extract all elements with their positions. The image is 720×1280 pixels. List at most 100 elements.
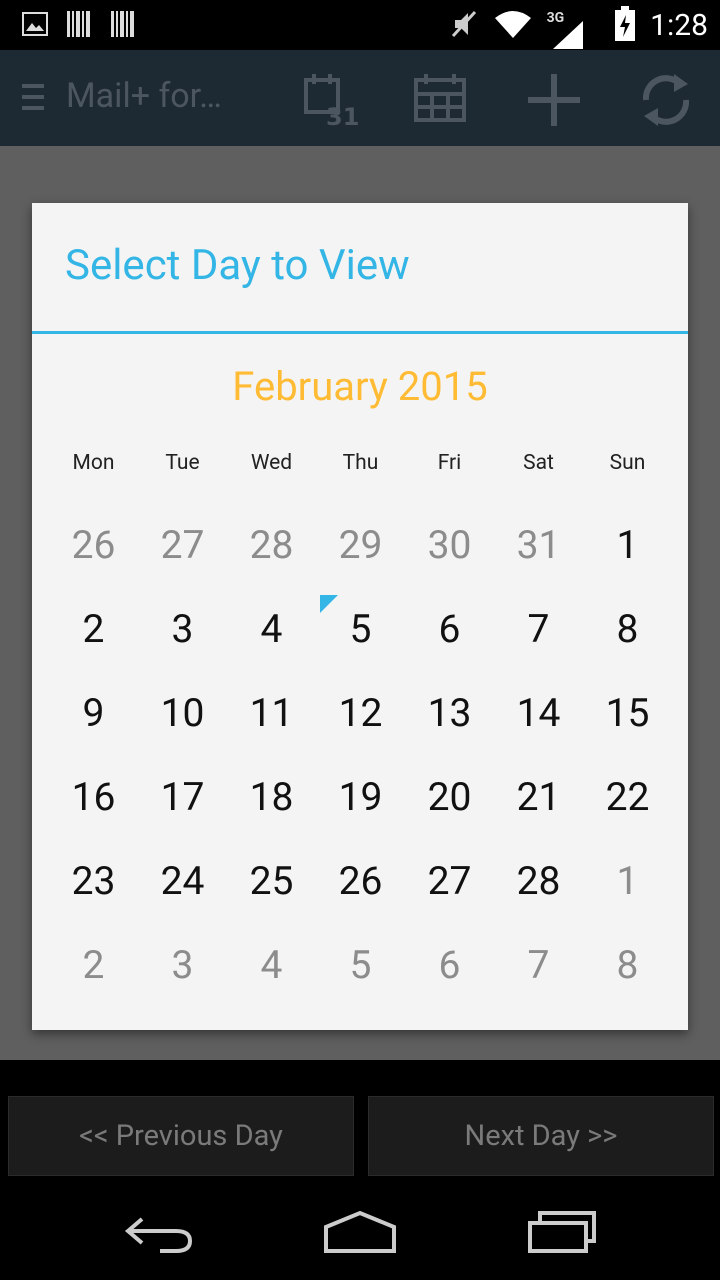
weekday-label: Wed [250, 451, 293, 475]
add-icon[interactable] [524, 70, 584, 130]
calendar-day-icon[interactable]: 31 [300, 70, 360, 131]
calendar-day-number: 9 [82, 690, 105, 736]
calendar-day[interactable]: 4 [227, 587, 316, 671]
calendar-day-number: 3 [171, 606, 194, 652]
calendar-day[interactable]: 16 [49, 755, 138, 839]
calendar-day-number: 7 [527, 942, 550, 988]
calendar-day-number: 6 [438, 606, 461, 652]
calendar-day[interactable]: 1 [583, 503, 672, 587]
navigation-bar [0, 1185, 720, 1280]
calendar-day-number: 18 [249, 774, 294, 820]
calendar-day[interactable]: 26 [49, 503, 138, 587]
back-icon[interactable] [124, 1207, 196, 1259]
calendar-week-row: 26 27 28 29 30 31 1 [49, 503, 673, 587]
barcode-icon [110, 10, 136, 42]
calendar-day[interactable]: 11 [227, 671, 316, 755]
calendar-day-number: 12 [338, 690, 383, 736]
status-time: 1:28 [650, 8, 708, 43]
calendar-day-number: 4 [260, 606, 283, 652]
calendar-day[interactable]: 9 [49, 671, 138, 755]
calendar-day-number: 23 [71, 858, 116, 904]
calendar-day[interactable]: 6 [405, 923, 494, 1007]
calendar-day-number: 7 [527, 606, 550, 652]
calendar-day[interactable]: 27 [405, 839, 494, 923]
calendar-day[interactable]: 24 [138, 839, 227, 923]
dialog-title: Select Day to View [65, 241, 410, 290]
calendar-day-number: 27 [427, 858, 472, 904]
calendar-day[interactable]: 7 [494, 587, 583, 671]
calendar-day[interactable]: 28 [494, 839, 583, 923]
app-title[interactable]: Mail+ for… [66, 76, 222, 116]
bottom-button-bar: << Previous Day Next Day >> [0, 1060, 720, 1185]
calendar-day[interactable]: 15 [583, 671, 672, 755]
calendar-day[interactable]: 30 [405, 503, 494, 587]
calendar-day-number: 3 [171, 942, 194, 988]
calendar-day[interactable]: 5 [316, 923, 405, 1007]
calendar-day[interactable]: 14 [494, 671, 583, 755]
calendar-day-number: 22 [605, 774, 650, 820]
calendar-month-icon[interactable] [412, 70, 472, 130]
home-icon[interactable] [322, 1207, 398, 1259]
calendar-day-number: 13 [427, 690, 472, 736]
calendar-day-today[interactable]: 5 [316, 587, 405, 671]
calendar-day[interactable]: 17 [138, 755, 227, 839]
calendar-day[interactable]: 7 [494, 923, 583, 1007]
calendar-day-number: 1 [616, 858, 639, 904]
calendar-day-number: 27 [160, 522, 205, 568]
month-title: February 2015 [232, 363, 488, 410]
calendar-day[interactable]: 28 [227, 503, 316, 587]
calendar-day[interactable]: 23 [49, 839, 138, 923]
weekday-label: Thu [342, 451, 379, 475]
weekday-label: Sun [609, 451, 646, 475]
calendar-day[interactable]: 6 [405, 587, 494, 671]
calendar-day-number: 26 [71, 522, 116, 568]
calendar-day[interactable]: 4 [227, 923, 316, 1007]
calendar-day-number: 8 [616, 942, 639, 988]
calendar-day[interactable]: 8 [583, 587, 672, 671]
calendar-day-number: 10 [160, 690, 205, 736]
calendar-day[interactable]: 3 [138, 923, 227, 1007]
calendar-day-number: 28 [249, 522, 294, 568]
calendar-day-number: 16 [71, 774, 116, 820]
previous-day-button[interactable]: << Previous Day [8, 1096, 354, 1176]
mute-icon [449, 8, 479, 44]
calendar-day-number: 8 [616, 606, 639, 652]
recent-apps-icon[interactable] [526, 1207, 598, 1259]
calendar-day-number: 21 [516, 774, 561, 820]
calendar-day[interactable]: 26 [316, 839, 405, 923]
refresh-icon[interactable] [636, 70, 696, 130]
calendar-day[interactable]: 13 [405, 671, 494, 755]
calendar-day[interactable]: 22 [583, 755, 672, 839]
calendar-day[interactable]: 8 [583, 923, 672, 1007]
calendar-day[interactable]: 1 [583, 839, 672, 923]
calendar-day[interactable]: 19 [316, 755, 405, 839]
calendar-day[interactable]: 18 [227, 755, 316, 839]
image-icon [22, 12, 48, 40]
action-bar: Mail+ for… 31 [0, 50, 720, 146]
calendar-day[interactable]: 21 [494, 755, 583, 839]
calendar-day[interactable]: 20 [405, 755, 494, 839]
calendar-day-number: 11 [249, 690, 294, 736]
next-day-button[interactable]: Next Day >> [368, 1096, 714, 1176]
status-bar: 3G 1:28 [0, 0, 720, 50]
barcode-icon [66, 10, 92, 42]
calendar-day-number: 24 [160, 858, 205, 904]
weekday-label: Sat [523, 451, 554, 475]
calendar-day[interactable]: 2 [49, 923, 138, 1007]
menu-icon[interactable] [22, 82, 46, 116]
calendar-day[interactable]: 31 [494, 503, 583, 587]
calendar-day[interactable]: 25 [227, 839, 316, 923]
calendar-day[interactable]: 10 [138, 671, 227, 755]
calendar-day-number: 5 [349, 942, 372, 988]
calendar-day-number: 17 [160, 774, 205, 820]
calendar-day[interactable]: 29 [316, 503, 405, 587]
calendar-day[interactable]: 12 [316, 671, 405, 755]
weekday-label: Mon [72, 451, 115, 475]
calendar-day-number: 2 [82, 606, 105, 652]
calendar-day[interactable]: 27 [138, 503, 227, 587]
today-indicator-icon [320, 595, 338, 613]
calendar-day[interactable]: 3 [138, 587, 227, 671]
calendar-day[interactable]: 2 [49, 587, 138, 671]
wifi-icon [493, 8, 533, 44]
calendar-day-number: 25 [249, 858, 294, 904]
